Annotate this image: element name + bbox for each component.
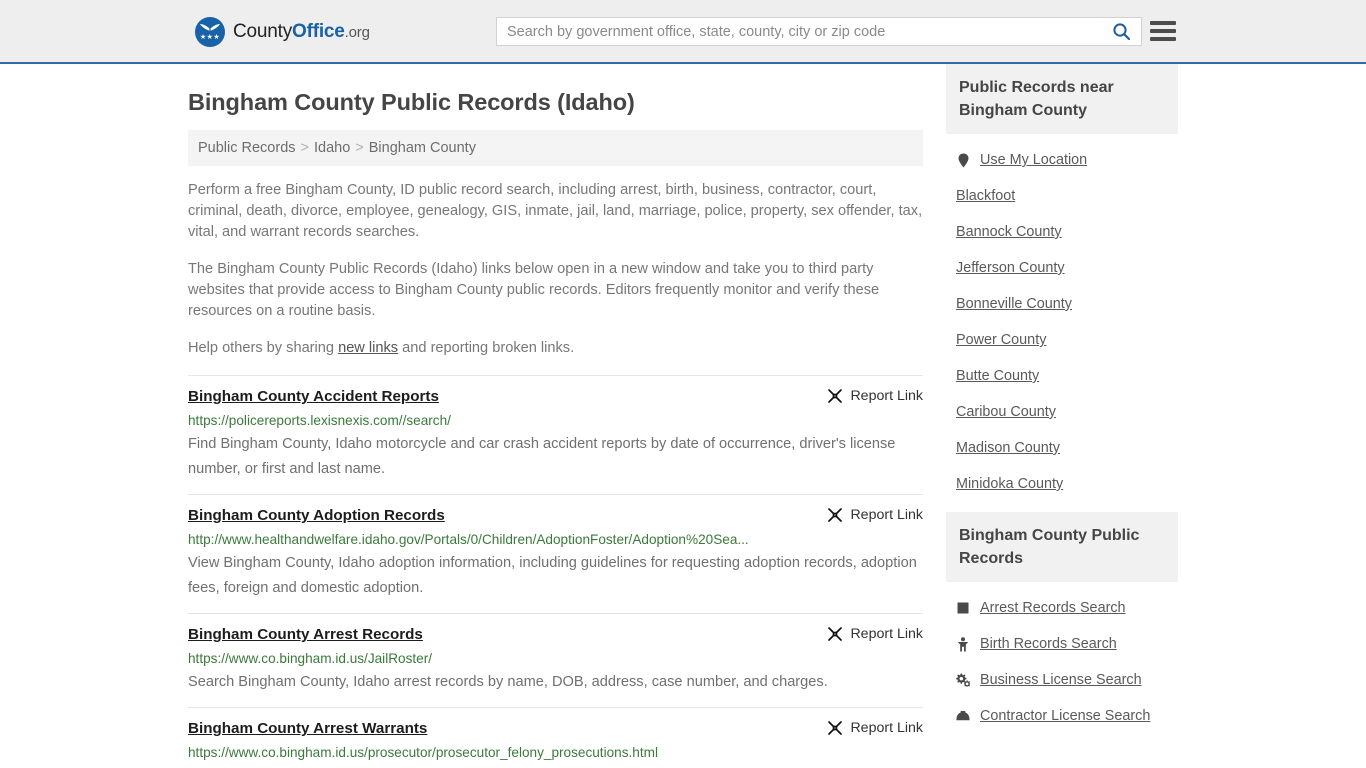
record-item: Bingham County Arrest Warrants Report Li… bbox=[188, 707, 923, 768]
sidebar-item-butte-county[interactable]: Butte County bbox=[946, 358, 1178, 394]
sidebar-item-arrest-records-search[interactable]: Arrest Records Search bbox=[946, 590, 1178, 626]
sidebar-records-list: Arrest Records Search Birth Records Sear… bbox=[946, 582, 1178, 734]
brand-part-county: County bbox=[233, 21, 293, 42]
sidebar-item-caribou-county[interactable]: Caribou County bbox=[946, 394, 1178, 430]
breadcrumb-item-bingham-county[interactable]: Bingham County bbox=[369, 140, 476, 156]
sidebar-item-contractor-license-search[interactable]: Contractor License Search bbox=[946, 698, 1178, 734]
sidebar-item-label: Bonneville County bbox=[956, 296, 1072, 312]
sidebar-nearby-box: Public Records near Bingham County Use M… bbox=[946, 64, 1178, 502]
sidebar-item-label: Butte County bbox=[956, 368, 1040, 384]
intro-paragraph-1: Perform a free Bingham County, ID public… bbox=[188, 182, 923, 240]
sidebar-item-blackfoot[interactable]: Blackfoot bbox=[946, 178, 1178, 214]
broken-link-icon bbox=[827, 720, 843, 736]
breadcrumb-separator: > bbox=[300, 140, 309, 156]
baby-icon bbox=[956, 636, 970, 652]
sidebar-item-bannock-county[interactable]: Bannock County bbox=[946, 214, 1178, 250]
search-input[interactable] bbox=[497, 18, 1101, 45]
broken-link-icon bbox=[827, 388, 843, 404]
fingerprint-square-icon bbox=[956, 600, 970, 616]
intro-paragraph-2: The Bingham County Public Records (Idaho… bbox=[188, 261, 880, 319]
logo-stars: ★★★ bbox=[199, 34, 221, 41]
record-item: Bingham County Adoption Records Report L… bbox=[188, 494, 923, 613]
breadcrumb-item-idaho[interactable]: Idaho bbox=[314, 140, 350, 156]
record-title-link[interactable]: Bingham County Arrest Warrants bbox=[188, 719, 427, 739]
report-link-button[interactable]: Report Link bbox=[827, 506, 923, 523]
search-button[interactable] bbox=[1101, 18, 1141, 45]
report-link-button[interactable]: Report Link bbox=[827, 625, 923, 642]
sidebar-item-power-county[interactable]: Power County bbox=[946, 322, 1178, 358]
help-line: Help others by sharing new links and rep… bbox=[188, 338, 923, 359]
sidebar-item-business-license-search[interactable]: Business License Search bbox=[946, 662, 1178, 698]
broken-link-icon bbox=[827, 626, 843, 642]
brand-part-office: Office bbox=[292, 21, 345, 42]
sidebar-item-use-my-location[interactable]: Use My Location bbox=[946, 142, 1178, 178]
brand-part-tld: .org bbox=[344, 24, 370, 41]
sidebar-item-minidoka-county[interactable]: Minidoka County bbox=[946, 466, 1178, 502]
main-content: Bingham County Public Records (Idaho) Pu… bbox=[188, 64, 923, 768]
record-item: Bingham County Accident Reports Report L… bbox=[188, 375, 923, 494]
breadcrumb-separator: > bbox=[355, 140, 364, 156]
sidebar-item-label: Arrest Records Search bbox=[980, 600, 1126, 616]
site-logo[interactable]: ★★★ CountyOffice.org bbox=[195, 17, 370, 47]
report-link-button[interactable]: Report Link bbox=[827, 719, 923, 736]
breadcrumb: Public Records > Idaho > Bingham County bbox=[188, 130, 923, 166]
record-description: Search Bingham County, Idaho arrest warr… bbox=[188, 764, 923, 768]
record-description: Search Bingham County, Idaho arrest reco… bbox=[188, 674, 828, 690]
sidebar-item-label: Bannock County bbox=[956, 224, 1062, 240]
sidebar-item-label: Caribou County bbox=[956, 404, 1056, 420]
sidebar-item-jefferson-county[interactable]: Jefferson County bbox=[946, 250, 1178, 286]
sidebar-item-birth-records-search[interactable]: Birth Records Search bbox=[946, 626, 1178, 662]
page-body: Bingham County Public Records (Idaho) Pu… bbox=[0, 64, 1366, 768]
search-bar bbox=[496, 17, 1142, 46]
sidebar-item-label: Madison County bbox=[956, 440, 1060, 456]
help-line-after: and reporting broken links. bbox=[398, 340, 575, 356]
record-url[interactable]: https://www.co.bingham.id.us/prosecutor/… bbox=[188, 744, 923, 761]
record-title-link[interactable]: Bingham County Adoption Records bbox=[188, 506, 445, 526]
sidebar-item-label: Minidoka County bbox=[956, 476, 1064, 492]
record-item: Bingham County Arrest Records Report Lin… bbox=[188, 613, 923, 707]
eagle-circle-logo-icon: ★★★ bbox=[195, 17, 225, 47]
sidebar-item-label: Use My Location bbox=[980, 152, 1088, 168]
record-url[interactable]: https://policereports.lexisnexis.com//se… bbox=[188, 412, 923, 429]
report-link-label: Report Link bbox=[850, 720, 923, 736]
report-link-label: Report Link bbox=[850, 626, 923, 642]
sidebar-nearby-list: Use My Location Blackfoot Bannock County… bbox=[946, 134, 1178, 502]
sidebar-item-madison-county[interactable]: Madison County bbox=[946, 430, 1178, 466]
record-description: Find Bingham County, Idaho motorcycle an… bbox=[188, 436, 896, 477]
record-url[interactable]: http://www.healthandwelfare.idaho.gov/Po… bbox=[188, 531, 923, 548]
sidebar-item-label: Contractor License Search bbox=[980, 708, 1151, 724]
sidebar-item-label: Power County bbox=[956, 332, 1047, 348]
hamburger-menu-icon[interactable] bbox=[1150, 20, 1176, 42]
sidebar-nearby-heading: Public Records near Bingham County bbox=[946, 64, 1178, 134]
help-line-before: Help others by sharing bbox=[188, 340, 339, 356]
report-link-label: Report Link bbox=[850, 388, 923, 404]
record-url[interactable]: https://www.co.bingham.id.us/JailRoster/ bbox=[188, 650, 923, 667]
broken-link-icon bbox=[827, 507, 843, 523]
brand-wordmark: CountyOffice.org bbox=[233, 21, 370, 43]
report-link-button[interactable]: Report Link bbox=[827, 387, 923, 404]
report-link-label: Report Link bbox=[850, 507, 923, 523]
hard-hat-icon bbox=[956, 708, 970, 724]
sidebar-item-label: Business License Search bbox=[980, 672, 1142, 688]
sidebar-item-label: Jefferson County bbox=[956, 260, 1065, 276]
sidebar: Public Records near Bingham County Use M… bbox=[946, 64, 1178, 744]
record-title-link[interactable]: Bingham County Accident Reports bbox=[188, 387, 439, 407]
gears-icon bbox=[956, 672, 970, 688]
sidebar-item-bonneville-county[interactable]: Bonneville County bbox=[946, 286, 1178, 322]
new-links-link[interactable]: new links bbox=[338, 340, 398, 356]
record-title-link[interactable]: Bingham County Arrest Records bbox=[188, 625, 423, 645]
site-header: ★★★ CountyOffice.org bbox=[0, 0, 1366, 64]
map-pin-icon bbox=[956, 152, 970, 168]
breadcrumb-item-public-records[interactable]: Public Records bbox=[198, 140, 296, 156]
page-title: Bingham County Public Records (Idaho) bbox=[188, 89, 635, 115]
record-description: View Bingham County, Idaho adoption info… bbox=[188, 555, 917, 596]
search-icon bbox=[1112, 22, 1131, 41]
sidebar-item-label: Blackfoot bbox=[956, 188, 1016, 204]
sidebar-records-box: Bingham County Public Records Arrest Rec… bbox=[946, 512, 1178, 734]
sidebar-item-label: Birth Records Search bbox=[980, 636, 1117, 652]
sidebar-records-heading: Bingham County Public Records bbox=[946, 512, 1178, 582]
